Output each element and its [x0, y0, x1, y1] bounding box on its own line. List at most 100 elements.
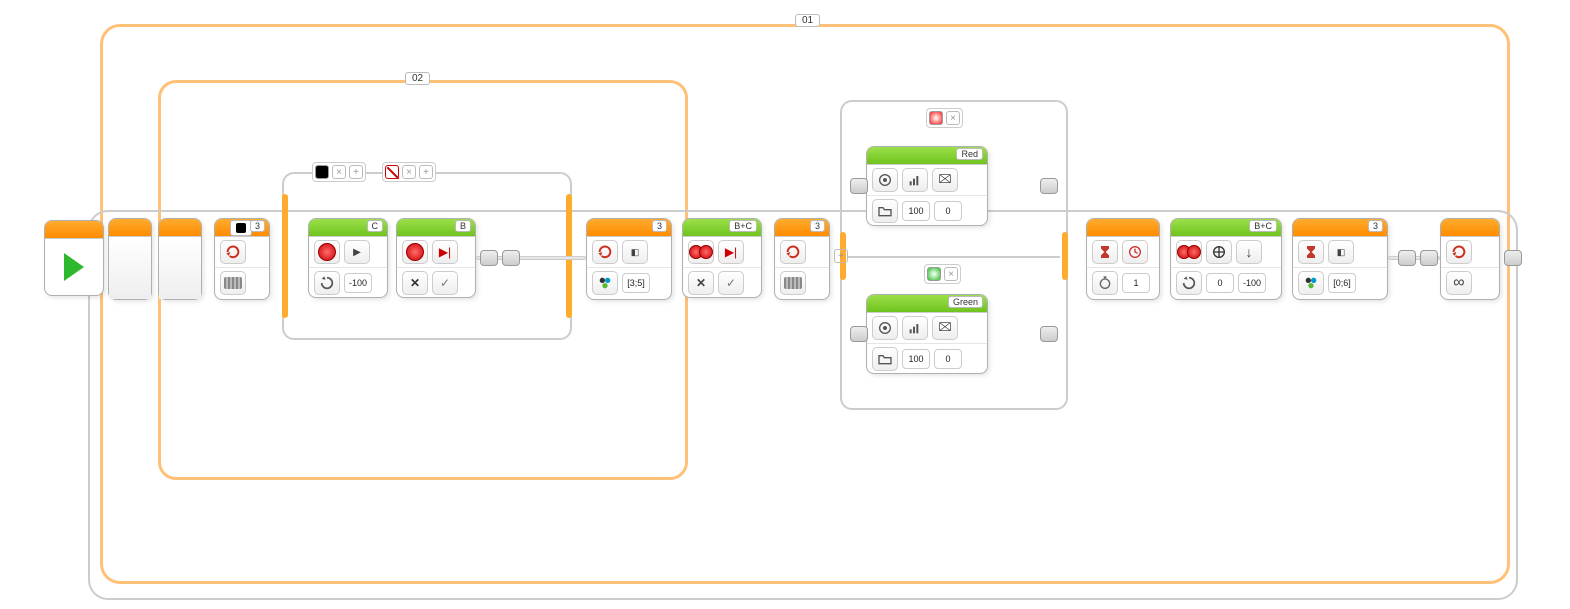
brick-buttons-icon	[780, 271, 806, 295]
check-icon: ✓	[432, 271, 458, 295]
tab-plus-icon-2[interactable]: +	[419, 165, 433, 179]
add-case-plus-icon[interactable]: +	[834, 249, 848, 263]
flag-icon	[932, 168, 958, 192]
steer-value[interactable]: 0	[1206, 273, 1234, 293]
loop-arrow-icon	[220, 240, 246, 264]
timer-icon	[1092, 271, 1118, 295]
sound-green-label[interactable]: Green	[948, 296, 983, 308]
loop-01-label: 01	[795, 14, 820, 27]
motor-icon	[402, 240, 428, 264]
sound-red-label[interactable]: Red	[956, 148, 983, 160]
sensor-icon: ◧	[1328, 240, 1354, 264]
sound-block-red[interactable]: Red 100 0	[866, 146, 988, 226]
bars-icon	[902, 316, 928, 340]
tab-black-icon[interactable]	[315, 165, 329, 179]
mid-plug-3	[1398, 250, 1416, 266]
flag-icon	[932, 316, 958, 340]
rotate-icon	[1176, 271, 1202, 295]
check-icon: ✓	[718, 271, 744, 295]
x-icon: ✕	[402, 271, 428, 295]
seconds-value[interactable]: 1	[1122, 273, 1150, 293]
stop-bar-icon: ▶|	[718, 240, 744, 264]
play-mode-icon: ▶	[344, 240, 370, 264]
loop-02-label: 02	[405, 72, 430, 85]
tab-nocolor-icon[interactable]	[385, 165, 399, 179]
play-value[interactable]: 0	[934, 201, 962, 221]
plug-end	[1504, 250, 1522, 266]
loop-interrupt-3[interactable]: 3	[774, 218, 830, 300]
switch1-left-port-tab[interactable]	[230, 220, 252, 236]
loop-arrow-icon	[592, 240, 618, 264]
switch1-tabs[interactable]: × +	[312, 162, 366, 182]
switch1-tabs-alt[interactable]: × +	[382, 162, 436, 182]
loop02-start-strut[interactable]	[158, 218, 202, 300]
brick-buttons-icon	[220, 271, 246, 295]
tab-red-icon[interactable]	[929, 111, 943, 125]
start-block[interactable]	[44, 220, 104, 296]
plug-red-in	[850, 178, 868, 194]
port-label[interactable]: 3	[250, 220, 265, 232]
tab-close-icon[interactable]: ×	[944, 267, 958, 281]
sound-block-green[interactable]: Green 100 0	[866, 294, 988, 374]
motor-b-block[interactable]: B ▶| ✕ ✓	[396, 218, 476, 298]
port-label-3c[interactable]: 3	[810, 220, 825, 232]
move-steering-stop[interactable]: B+C ▶| ✕ ✓	[682, 218, 762, 298]
tab-close-icon[interactable]: ×	[332, 165, 346, 179]
hourglass-icon	[1092, 240, 1118, 264]
play-icon	[64, 253, 84, 281]
motor-c-block[interactable]: C ▶ -100	[308, 218, 388, 298]
rotate-icon	[314, 271, 340, 295]
volume-value-g[interactable]: 100	[902, 349, 930, 369]
mid-plug-4	[1420, 250, 1438, 266]
loop-end-block[interactable]: ∞	[1440, 218, 1500, 300]
move-steering-on[interactable]: B+C ↓ 0 -100	[1170, 218, 1282, 300]
folder-icon	[872, 347, 898, 371]
tab-close-icon[interactable]: ×	[946, 111, 960, 125]
dual-motor-icon	[688, 240, 714, 264]
speaker-icon	[872, 316, 898, 340]
wait-color-block[interactable]: 3 ◧ [0;6]	[1292, 218, 1388, 300]
plug-red-out	[1040, 178, 1058, 194]
port-label-3d[interactable]: 3	[1368, 220, 1383, 232]
hourglass-icon	[1298, 240, 1324, 264]
plug-green-in	[850, 326, 868, 342]
port-label-bc2[interactable]: B+C	[1249, 220, 1277, 232]
color-set-icon	[1298, 271, 1324, 295]
mid-plug-2	[502, 250, 520, 266]
switch2-green-tab[interactable]: ×	[924, 264, 961, 284]
loop-arrow-icon	[780, 240, 806, 264]
mid-plug-1	[480, 250, 498, 266]
folder-icon	[872, 199, 898, 223]
power-value[interactable]: -100	[344, 273, 372, 293]
wait-time-block[interactable]: 1	[1086, 218, 1160, 300]
steering-icon	[1206, 240, 1232, 264]
dual-motor-icon	[1176, 240, 1202, 264]
clock-icon	[1122, 240, 1148, 264]
volume-value[interactable]: 100	[902, 201, 930, 221]
port-label-3b[interactable]: 3	[652, 220, 667, 232]
stop-bar-icon: ▶|	[432, 240, 458, 264]
tab-green-icon[interactable]	[927, 267, 941, 281]
bars-icon	[902, 168, 928, 192]
play-value-g[interactable]: 0	[934, 349, 962, 369]
plug-green-out	[1040, 326, 1058, 342]
tab-plus-icon[interactable]: +	[349, 165, 363, 179]
infinity-icon: ∞	[1446, 271, 1472, 295]
power-value-2[interactable]: -100	[1238, 273, 1266, 293]
color-values[interactable]: [3;5]	[622, 273, 650, 293]
color-set-icon	[592, 271, 618, 295]
port-label-b[interactable]: B	[455, 220, 471, 232]
sensor-icon: ◧	[622, 240, 648, 264]
loop-arrow-icon	[1446, 240, 1472, 264]
tab-close-icon-2[interactable]: ×	[402, 165, 416, 179]
port-label-c[interactable]: C	[367, 220, 384, 232]
speaker-icon	[872, 168, 898, 192]
color-values-2[interactable]: [0;6]	[1328, 273, 1356, 293]
switch2-tabs[interactable]: ×	[926, 108, 963, 128]
down-arrow-icon: ↓	[1236, 240, 1262, 264]
x-icon: ✕	[688, 271, 714, 295]
loop-interrupt-2[interactable]: 3 ◧ [3;5]	[586, 218, 672, 300]
port-label-bc[interactable]: B+C	[729, 220, 757, 232]
motor-icon	[314, 240, 340, 264]
loop01-start-strut[interactable]	[108, 218, 152, 300]
